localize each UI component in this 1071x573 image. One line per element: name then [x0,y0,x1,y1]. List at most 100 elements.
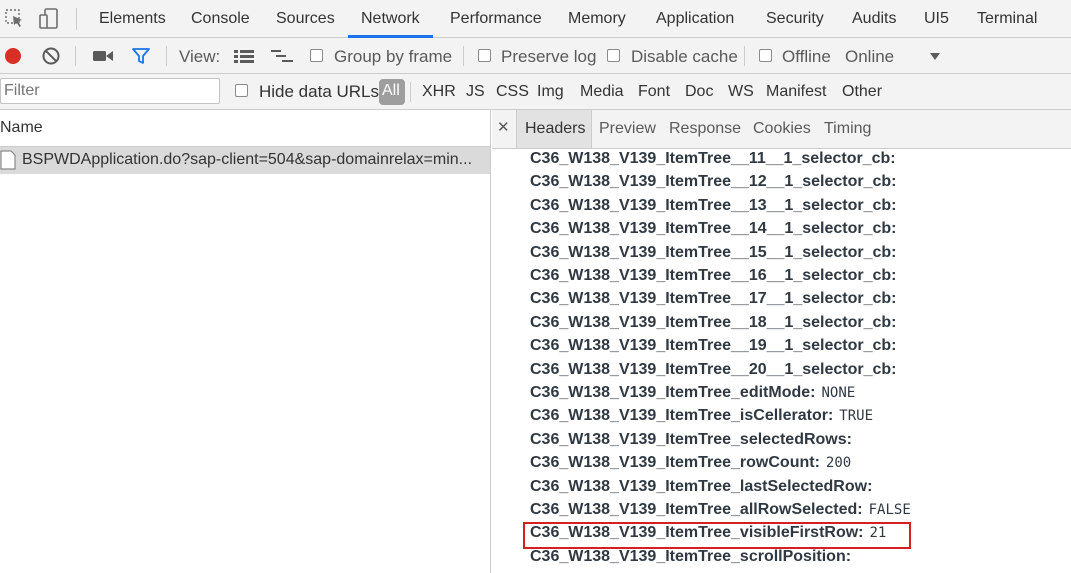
form-data-row[interactable]: C36_W138_V139_ItemTree_editMode: NONE [530,384,855,402]
form-data-row[interactable]: C36_W138_V139_ItemTree__18__1_selector_c… [530,314,902,332]
tab-console[interactable]: Console [191,0,250,37]
offline-label: Offline [782,47,831,66]
view-label: View: [179,47,221,66]
tab-sources[interactable]: Sources [276,0,335,37]
form-data-row[interactable]: C36_W138_V139_ItemTree__15__1_selector_c… [530,244,902,262]
form-data-row[interactable]: C36_W138_V139_ItemTree_allRowSelected: FA… [530,501,911,519]
form-data-row[interactable]: C36_W138_V139_ItemTree__11__1_selector_c… [530,150,902,168]
chevron-down-icon [930,53,940,60]
form-data-row[interactable]: C36_W138_V139_ItemTree__12__1_selector_c… [530,173,902,191]
large-rows-icon[interactable] [233,48,255,64]
tab-network[interactable]: Network [348,0,433,38]
form-data-key: C36_W138_V139_ItemTree_selectedRows: [530,430,852,448]
form-data-row[interactable]: C36_W138_V139_ItemTree__16__1_selector_c… [530,267,902,285]
network-toolbar: View: Group by frame Preserve log Disabl… [0,38,1071,74]
filter-type-img[interactable]: Img [537,83,564,101]
form-data-key: C36_W138_V139_ItemTree__19__1_selector_c… [530,337,897,355]
form-data-row[interactable]: C36_W138_V139_ItemTree__14__1_selector_c… [530,220,902,238]
tab-label: Memory [568,10,626,27]
form-data-row[interactable]: C36_W138_V139_ItemTree_selectedRows: [530,431,858,449]
tab-elements[interactable]: Elements [99,0,166,37]
form-data-row[interactable]: C36_W138_V139_ItemTree_lastSelectedRow: [530,478,878,496]
details-tab-response[interactable]: Response [669,120,741,138]
name-column-label: Name [0,119,43,136]
filter-type-css[interactable]: CSS [496,83,529,101]
document-icon [0,150,16,170]
details-tab-cookies[interactable]: Cookies [753,120,811,138]
inspect-element-icon[interactable] [4,8,26,30]
toolbar-separator [75,46,76,66]
preserve-log-label: Preserve log [501,47,597,66]
devtools-tab-bar: Elements Console Sources Network Perform… [0,0,1071,38]
group-by-frame-checkbox[interactable] [310,49,323,62]
form-data-key: C36_W138_V139_ItemTree__13__1_selector_c… [530,196,897,214]
filter-input[interactable] [0,78,220,104]
form-data-key: C36_W138_V139_ItemTree__12__1_selector_c… [530,173,897,191]
record-icon[interactable] [3,46,23,66]
hide-data-urls-checkbox[interactable] [235,84,248,97]
form-data-key: C36_W138_V139_ItemTree__14__1_selector_c… [530,220,897,238]
form-data-row[interactable]: C36_W138_V139_ItemTree__19__1_selector_c… [530,337,902,355]
filter-type-label: All [382,82,400,99]
request-row[interactable]: BSPWDApplication.do?sap-client=504&sap-d… [0,147,490,174]
filter-type-doc[interactable]: Doc [685,83,713,101]
disable-cache-checkbox[interactable] [607,49,620,62]
throttling-value: Online [845,47,895,66]
tab-application[interactable]: Application [656,0,734,37]
details-tab-timing[interactable]: Timing [824,120,871,138]
offline-checkbox[interactable] [759,49,772,62]
form-data-key: C36_W138_V139_ItemTree__20__1_selector_c… [530,360,897,378]
filter-type-font[interactable]: Font [638,83,670,101]
tab-label: Application [656,10,735,27]
filter-type-all[interactable]: All [379,79,405,105]
disable-cache-label: Disable cache [631,47,738,66]
form-data-value: 200 [825,455,852,472]
form-data-key: C36_W138_V139_ItemTree__18__1_selector_c… [530,313,897,331]
form-data-row[interactable]: C36_W138_V139_ItemTree_isCellerator: TRUE [530,407,873,425]
tab-label: Security [766,10,824,27]
details-tab-label: Headers [525,120,586,137]
form-data-key: C36_W138_V139_ItemTree__16__1_selector_c… [530,267,897,284]
form-data-key: C36_W138_V139_ItemTree_isCellerator: [530,407,834,425]
form-data-row[interactable]: C36_W138_V139_ItemTree_rowCount: 200 [530,454,851,472]
clear-icon[interactable] [41,46,61,66]
device-toolbar-icon[interactable] [38,7,62,31]
preserve-log-checkbox[interactable] [478,49,491,62]
tab-security[interactable]: Security [766,0,824,37]
screenshot-camera-icon[interactable] [92,48,114,64]
filter-icon[interactable] [131,46,151,66]
form-data-key: C36_W138_V139_ItemTree_lastSelectedRow: [530,477,873,495]
form-data-row[interactable]: C36_W138_V139_ItemTree__13__1_selector_c… [530,197,902,215]
waterfall-overview-icon[interactable] [270,48,294,64]
tab-label: Performance [450,10,542,27]
tab-terminal[interactable]: Terminal [977,0,1037,37]
filter-type-ws[interactable]: WS [728,83,754,101]
filter-type-js[interactable]: JS [466,83,485,101]
throttling-select[interactable]: Online [845,46,945,68]
form-data-row[interactable]: C36_W138_V139_ItemTree_scrollPosition: [530,548,857,566]
close-icon[interactable]: ✕ [497,118,510,136]
filter-type-xhr[interactable]: XHR [422,83,456,101]
form-data-row[interactable]: C36_W138_V139_ItemTree__17__1_selector_c… [530,290,902,308]
name-column-header[interactable]: Name [0,110,490,147]
form-data-key: C36_W138_V139_ItemTree_rowCount: [530,454,820,472]
tab-ui5[interactable]: UI5 [924,0,949,37]
tab-memory[interactable]: Memory [568,0,626,37]
filter-separator [410,82,411,102]
details-tab-headers[interactable]: Headers [516,110,592,148]
tab-label: Sources [276,10,335,27]
tab-label: Audits [852,10,897,27]
tab-audits[interactable]: Audits [852,0,896,37]
details-tab-preview[interactable]: Preview [599,120,656,138]
filter-type-other[interactable]: Other [842,83,882,101]
tab-performance[interactable]: Performance [450,0,542,37]
tab-label: Terminal [977,10,1038,27]
filter-type-media[interactable]: Media [580,83,624,101]
form-data-row[interactable]: C36_W138_V139_ItemTree__20__1_selector_c… [530,361,902,379]
form-data-key: C36_W138_V139_ItemTree_editMode: [530,384,816,401]
form-data-key: C36_W138_V139_ItemTree_allRowSelected: [530,501,863,518]
form-data-value: NONE [821,385,856,401]
filter-type-manifest[interactable]: Manifest [766,83,826,101]
tab-label: Elements [99,10,166,27]
tab-label: Console [191,10,250,27]
